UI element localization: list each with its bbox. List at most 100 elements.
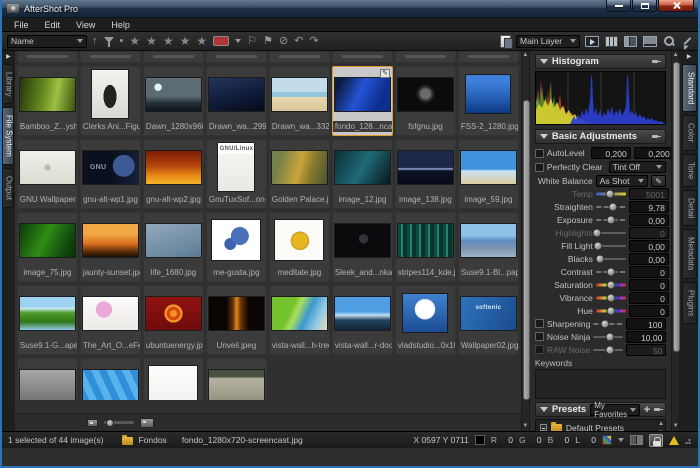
thumbnail-cell[interactable] xyxy=(269,51,330,63)
slider-handle[interactable] xyxy=(606,215,615,224)
thumbnail-cell[interactable] xyxy=(143,51,204,63)
thumbnail-cell[interactable]: Unveil.jpeg xyxy=(206,285,267,355)
expand-icon[interactable] xyxy=(681,35,693,47)
thumbnail-cell[interactable]: image_59.jpg xyxy=(458,139,519,209)
layer-select[interactable]: Main Layer xyxy=(516,35,580,48)
straighten-value[interactable]: 9,78 xyxy=(629,201,669,213)
exposure-slider[interactable] xyxy=(596,214,626,226)
autolevel-checkbox[interactable] xyxy=(535,149,544,158)
thumbnail-cell[interactable]: GNUgnu-alt-wp1.jpg xyxy=(80,139,141,209)
thumbnail-cell[interactable] xyxy=(332,51,393,63)
temp-value[interactable]: 5001 xyxy=(629,188,669,200)
resize-grip[interactable] xyxy=(685,437,692,444)
thumbnail-cell[interactable]: vista-wall...r-dock.jpg xyxy=(332,285,393,355)
white-balance-select[interactable]: As Shot xyxy=(596,175,648,187)
noise-ninja-checkbox[interactable] xyxy=(535,332,544,341)
thumbnail-cell[interactable]: Sleek_and...nkahn.jpg xyxy=(332,212,393,282)
thumbnail-cell[interactable]: Suse9.1-G...apers.jpg xyxy=(17,285,78,355)
flag-pick-icon[interactable]: ⚐ xyxy=(247,36,257,47)
menu-help[interactable]: Help xyxy=(103,19,138,31)
perfectly-clear-checkbox[interactable] xyxy=(535,163,544,172)
slider-handle[interactable] xyxy=(596,254,605,263)
slider-handle[interactable] xyxy=(606,267,615,276)
presets-favorites-select[interactable]: My Favorites xyxy=(590,404,640,416)
thumbnail-cell[interactable]: vladstudio...0x1024.jpg xyxy=(395,285,456,355)
scroll-down-icon[interactable]: ▼ xyxy=(673,422,679,431)
collapse-icon[interactable] xyxy=(540,407,548,412)
slider-handle[interactable] xyxy=(605,345,614,354)
star-icon[interactable]: ★ xyxy=(180,36,191,47)
slider-handle[interactable] xyxy=(605,332,614,341)
noise-ninja-slider[interactable] xyxy=(593,331,623,343)
lock-icon[interactable] xyxy=(649,434,663,447)
scroll-down-icon[interactable]: ▼ xyxy=(522,422,528,431)
slider-handle[interactable] xyxy=(600,319,609,328)
right-tab-metadata[interactable]: Metadata xyxy=(682,229,697,278)
thumbnail-cell[interactable]: ✎fondo_128...ncast.jpg xyxy=(332,66,393,136)
left-tab-library[interactable]: Library xyxy=(2,64,14,104)
contrast-value[interactable]: 0 xyxy=(629,266,669,278)
histogram-header[interactable]: Histogram xyxy=(535,54,666,69)
thumbnail-cell[interactable]: Golden Palace.jpg xyxy=(269,139,330,209)
thumbnail-cell[interactable]: image_138.jpg xyxy=(395,139,456,209)
thumbnail-cell[interactable]: GNU Wallpaper 2.jpg xyxy=(17,139,78,209)
grid-scroll-thumb[interactable] xyxy=(523,100,530,400)
collapse-right-panel-icon[interactable]: ▶ xyxy=(687,53,692,61)
close-button[interactable] xyxy=(658,0,694,12)
slider-handle[interactable] xyxy=(605,190,614,199)
warning-icon[interactable] xyxy=(669,436,679,445)
thumbnail-cell[interactable]: Dawn_1280x960.jpg xyxy=(143,66,204,136)
scroll-up-icon[interactable]: ▲ xyxy=(522,51,528,60)
thumbnail-cell[interactable]: The_Art_O...eFear.jpg xyxy=(80,285,141,355)
grid-panes-icon[interactable] xyxy=(624,36,637,47)
thumbnail-cell[interactable]: life_1680.jpg xyxy=(143,212,204,282)
thumbnail-cell[interactable]: fsfgnu.jpg xyxy=(395,66,456,136)
thumbnail-cell[interactable]: ubuntuenergy.jpg xyxy=(143,285,204,355)
temp-slider[interactable] xyxy=(596,188,626,200)
pin-icon[interactable] xyxy=(652,132,661,141)
highlights-value[interactable]: 0 xyxy=(629,227,669,239)
star-icon[interactable]: ★ xyxy=(163,36,174,47)
left-tab-output[interactable]: Output xyxy=(2,168,14,208)
sort-select[interactable]: Name xyxy=(7,35,87,48)
left-tab-file-system[interactable]: File System xyxy=(2,107,14,165)
thumbnail-cell[interactable]: stripes114_kde.jpg xyxy=(395,212,456,282)
straighten-slider[interactable] xyxy=(596,201,626,213)
thumbnail-cell[interactable]: meditate.jpg xyxy=(269,212,330,282)
thumbnail-cell[interactable]: Drawn_wa...299_.jpg xyxy=(206,66,267,136)
autolevel-low-value[interactable]: 0,200 xyxy=(591,147,631,159)
raw-noise-checkbox[interactable] xyxy=(535,345,544,354)
right-tab-tone[interactable]: Tone xyxy=(682,154,697,187)
right-tab-plugins[interactable]: Plugins xyxy=(682,282,697,324)
sharpening-value[interactable]: 100 xyxy=(626,318,666,330)
slider-handle[interactable] xyxy=(608,202,617,211)
thumbnail-cell[interactable]: Clerks Ani...Figure.jpg xyxy=(80,66,141,136)
hue-value[interactable]: 0 xyxy=(629,305,669,317)
basic-adjustments-header[interactable]: Basic Adjustments xyxy=(535,129,666,144)
thumbnail-cell[interactable]: image_12.jpg xyxy=(332,139,393,209)
panel-scroll-thumb[interactable] xyxy=(673,62,680,352)
thumbnail-cell[interactable] xyxy=(143,358,204,400)
thumbnail-size-slider[interactable] xyxy=(104,421,134,424)
vibrance-value[interactable]: 0 xyxy=(629,292,669,304)
hue-slider[interactable] xyxy=(596,305,626,317)
highlights-slider[interactable] xyxy=(596,227,626,239)
star-icon[interactable]: ★ xyxy=(146,36,157,47)
thumbnail-cell[interactable] xyxy=(80,51,141,63)
noise-ninja-value[interactable]: 10,00 xyxy=(626,331,666,343)
vibrance-slider[interactable] xyxy=(596,292,626,304)
collapse-icon[interactable] xyxy=(540,134,548,139)
slider-handle[interactable] xyxy=(593,228,602,237)
exposure-value[interactable]: 0,00 xyxy=(629,214,669,226)
add-preset-button[interactable]: + xyxy=(644,405,650,415)
thumbnail-cell[interactable]: gnu-alt-wp2.jpg xyxy=(143,139,204,209)
right-tab-standard[interactable]: Standard xyxy=(682,64,697,112)
thumbnail-cell[interactable] xyxy=(80,358,141,400)
blacks-slider[interactable] xyxy=(596,253,626,265)
color-management-icon[interactable] xyxy=(602,435,612,445)
menu-view[interactable]: View xyxy=(68,19,103,31)
collapse-icon[interactable] xyxy=(540,59,548,64)
contrast-slider[interactable] xyxy=(596,266,626,278)
scroll-up-icon[interactable]: ▲ xyxy=(673,51,679,60)
thumbnail-cell[interactable]: image_75.jpg xyxy=(17,212,78,282)
